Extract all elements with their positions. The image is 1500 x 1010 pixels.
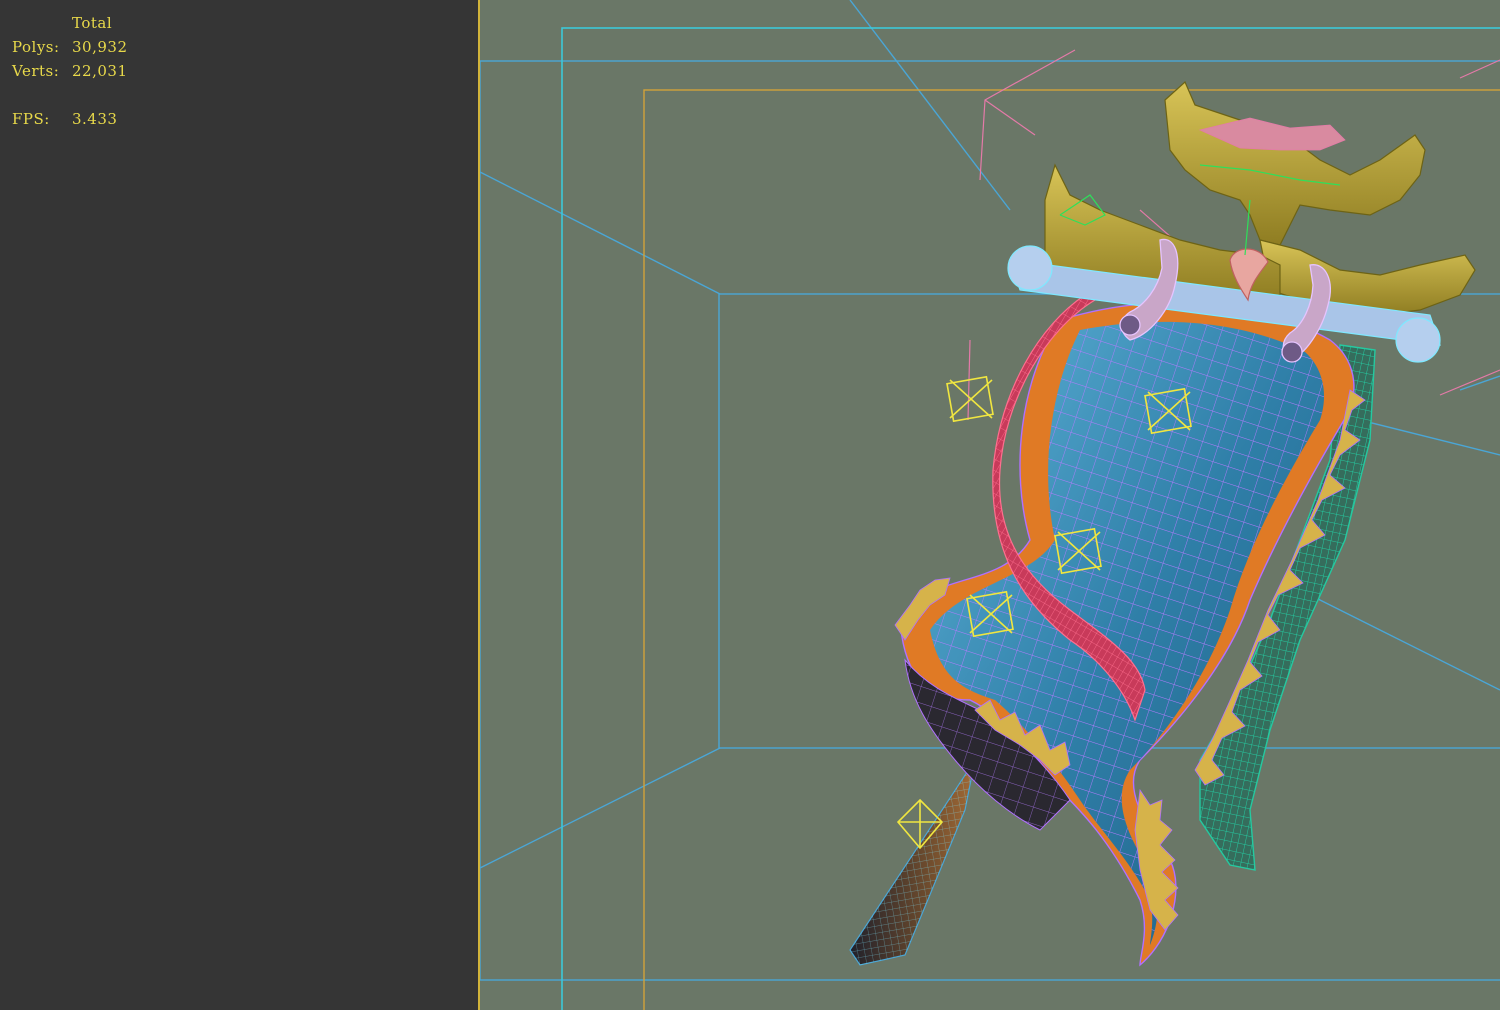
fps-stat: FPS: 3.433 [12,110,117,128]
helper-box-icon[interactable] [946,375,994,423]
verts-stat: Verts: 22,031 [12,62,128,80]
polys-stat: Polys: 30,932 [12,38,128,56]
fps-label: FPS: [12,110,50,128]
verts-value: 22,031 [72,62,128,80]
viewport-active-border [478,0,480,1010]
stats-title: Total [72,14,113,32]
statistics-panel: Total Polys: 30,932 Verts: 22,031 FPS: 3.43… [0,0,478,1010]
perspective-viewport[interactable] [478,0,1500,1010]
fps-value: 3.433 [72,110,118,128]
verts-label: Verts: [12,62,60,80]
polys-label: Polys: [12,38,60,56]
polys-value: 30,932 [72,38,128,56]
viewport-canvas[interactable] [478,0,1500,1010]
dark-strap [849,759,976,966]
